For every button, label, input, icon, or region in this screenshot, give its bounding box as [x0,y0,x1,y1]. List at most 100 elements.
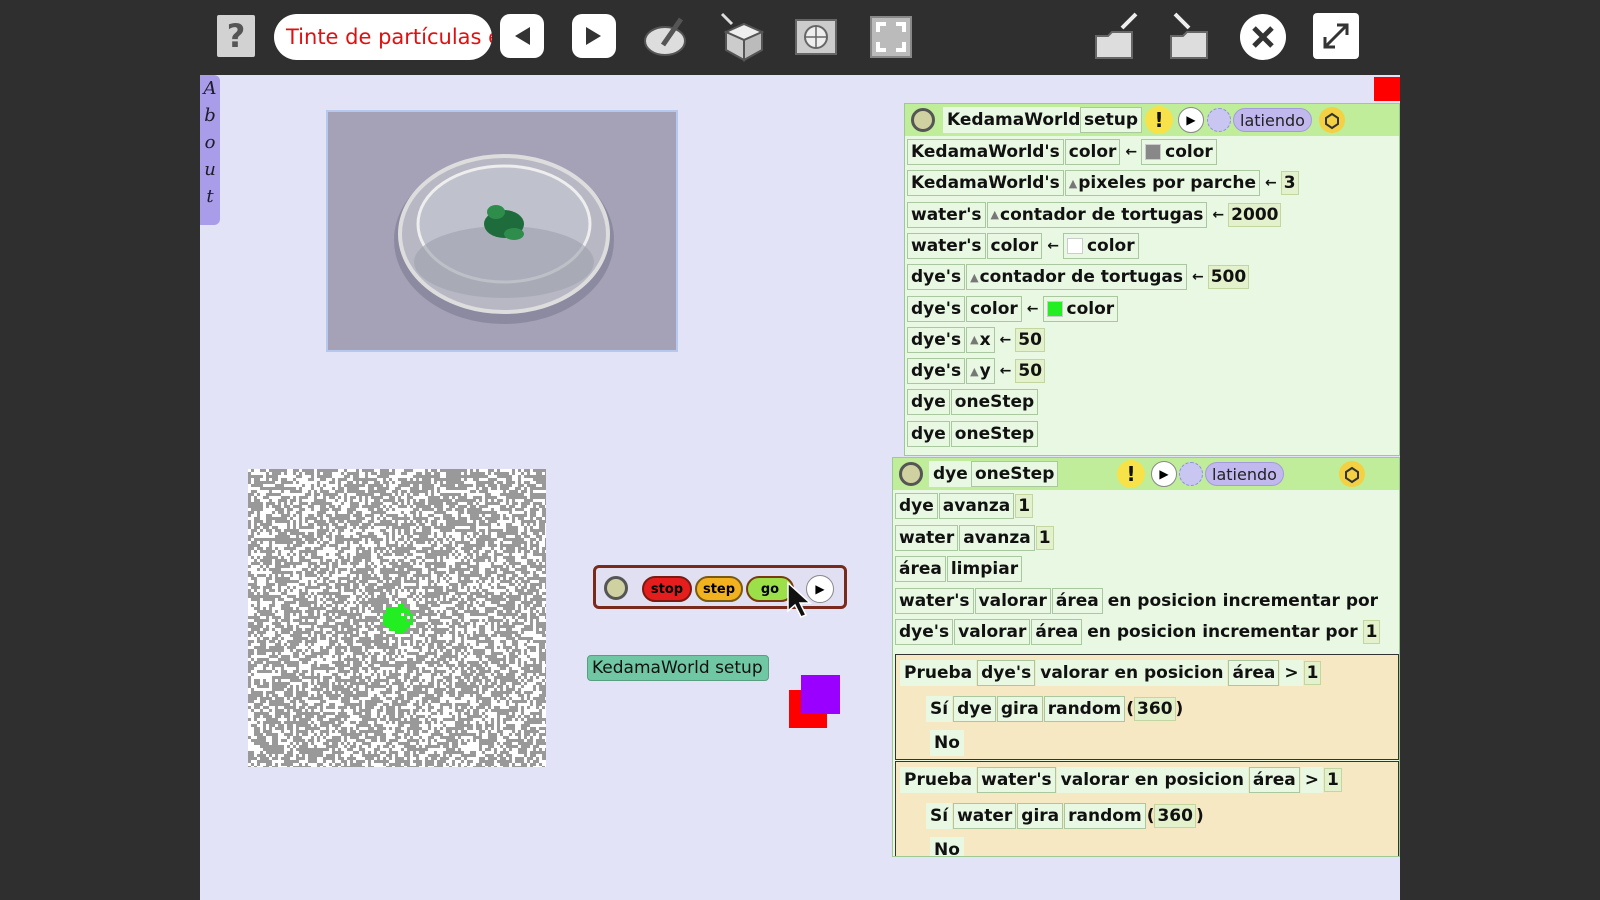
open-project-button[interactable] [1092,10,1144,62]
tile-slot[interactable]: oneStep [950,389,1039,416]
script-row[interactable]: water's color ← color [907,232,1140,260]
ticking-status[interactable]: latiendo [1205,462,1284,486]
help-button[interactable]: ? [217,15,255,57]
tile-subject[interactable]: KedamaWorld's [907,139,1064,165]
kedama-world-grid[interactable] [248,469,546,767]
test-block[interactable]: Prueba water's valorar en posicion área >1 Sí… [895,761,1399,856]
tile-subject[interactable]: water [895,524,959,551]
tile-slot[interactable]: color [986,232,1043,259]
tile-subject[interactable]: water's [907,201,986,228]
operator[interactable]: > [1300,767,1324,793]
setup-script-panel[interactable]: KedamaWorld setup ! ▶ latiendo KedamaWor… [904,103,1400,456]
color-swatch-red[interactable] [1374,77,1400,101]
tile-command[interactable]: avanza [959,524,1035,551]
tile-subject[interactable]: dye's [977,660,1036,686]
test-condition[interactable]: Prueba dye's valorar en posicion área >1 [900,659,1322,687]
tile-slot[interactable]: ▲ contador de tortugas [966,264,1187,291]
tile-slot[interactable]: ▲ pixeles por parche [1064,170,1261,197]
number-value[interactable]: 3 [1280,171,1299,196]
stop-button[interactable]: stop [642,576,692,602]
hold-icon[interactable] [1339,461,1365,487]
world-button[interactable] [790,12,842,62]
project-name-field[interactable]: Tinte de partículas e [274,14,492,60]
number-value[interactable]: 50 [1015,359,1046,384]
random-function[interactable]: random [1043,696,1126,722]
ticking-status[interactable]: latiendo [1233,108,1312,132]
tile-command[interactable]: limpiar [946,556,1023,583]
tile-subject[interactable]: KedamaWorld's [907,170,1064,197]
menu-circle-icon[interactable] [604,576,628,600]
warning-icon[interactable]: ! [1117,460,1145,488]
number-value[interactable]: 1 [1362,620,1381,645]
number-value[interactable]: 360 [1154,804,1196,828]
operator[interactable]: > [1280,660,1303,686]
tile-subject[interactable]: dye's [907,358,966,385]
script-row[interactable]: dye oneStep [907,388,1039,416]
script-row[interactable]: dye's valorar área en posicion incrementar … [895,618,1381,646]
no-branch[interactable]: No [930,836,965,856]
ticking-clock-icon[interactable] [1207,108,1231,132]
color-value-tile[interactable]: color [1141,139,1217,165]
menu-circle-icon[interactable] [911,108,935,132]
next-page-button[interactable] [572,14,616,58]
tile-arg[interactable]: área [1051,587,1103,614]
script-row[interactable]: dye's color ← color [907,295,1119,323]
warning-icon[interactable]: ! [1145,106,1173,134]
tile-subject[interactable]: dye's [907,326,966,353]
close-button[interactable] [1240,14,1286,60]
test-block[interactable]: Prueba dye's valorar en posicion área >1 Sí dy… [895,654,1399,760]
number-value[interactable]: 500 [1207,265,1250,290]
script-row[interactable]: KedamaWorld's ▲ pixeles por parche ← 3 [907,169,1299,197]
tile-command[interactable]: gira [1017,803,1064,829]
previous-page-button[interactable] [500,14,544,58]
tile-subject[interactable]: dye [907,389,950,416]
color-value-tile[interactable]: color [1042,295,1119,322]
script-row[interactable]: dye's ▲ x ← 50 [907,326,1045,354]
kedama-setup-button[interactable]: KedamaWorld setup [587,655,769,681]
tile-slot[interactable]: color [966,295,1022,322]
number-value[interactable]: 1 [1015,494,1034,518]
tile-command[interactable]: valorar [974,587,1051,614]
tile-slot[interactable]: oneStep [950,420,1039,447]
step-button[interactable]: step [695,576,743,602]
full-screen-frame-button[interactable] [866,12,916,62]
tile-command[interactable]: valorar [954,619,1031,646]
tile-command[interactable]: gira [996,696,1043,722]
script-row[interactable]: dye oneStep [907,420,1039,448]
tile-arg[interactable]: área [1248,767,1300,793]
color-value-tile[interactable]: color [1062,232,1139,259]
script-name[interactable]: setup [1080,106,1143,134]
script-row[interactable]: water's ▲ contador de tortugas ← 2000 [907,201,1282,229]
script-row[interactable]: área limpiar [895,555,1023,583]
tile-slot[interactable]: ▲ contador de tortugas [986,201,1208,228]
step-arrow-icon[interactable]: ▶ [1178,107,1204,133]
hold-icon[interactable] [1319,107,1345,133]
tile-subject[interactable]: dye [907,420,950,447]
script-row[interactable]: water avanza 1 [895,524,1054,552]
supplies-button[interactable] [715,10,769,62]
script-row[interactable]: KedamaWorld's color ← color [907,138,1218,166]
expand-button[interactable] [1313,13,1359,59]
script-row[interactable]: water's valorar área en posicion incrementa… [895,587,1383,615]
tile-subject[interactable]: dye's [895,619,954,646]
number-value[interactable]: 1 [1303,661,1322,685]
script-name[interactable]: oneStep [971,460,1059,488]
random-function[interactable]: random [1064,803,1146,829]
number-value[interactable]: 1 [1324,768,1342,792]
number-value[interactable]: 2000 [1228,202,1282,227]
tile-slot[interactable]: color [1064,139,1121,165]
paint-button[interactable] [640,12,692,62]
script-row[interactable]: dye avanza 1 [895,492,1034,520]
number-value[interactable]: 1 [1035,525,1054,550]
tile-subject[interactable]: dye's [907,264,966,291]
tile-subject[interactable]: water's [895,587,974,614]
tile-subject[interactable]: dye [895,493,938,519]
dye-bowl-photo[interactable] [326,110,678,352]
tile-subject[interactable]: área [895,556,946,583]
menu-circle-icon[interactable] [899,462,923,486]
tile-subject[interactable]: water's [977,767,1056,793]
script-row[interactable]: dye's ▲ y ← 50 [907,357,1046,385]
open-folder-button[interactable] [1165,10,1217,62]
tile-arg[interactable]: área [1031,619,1083,646]
purple-square[interactable] [801,675,840,714]
